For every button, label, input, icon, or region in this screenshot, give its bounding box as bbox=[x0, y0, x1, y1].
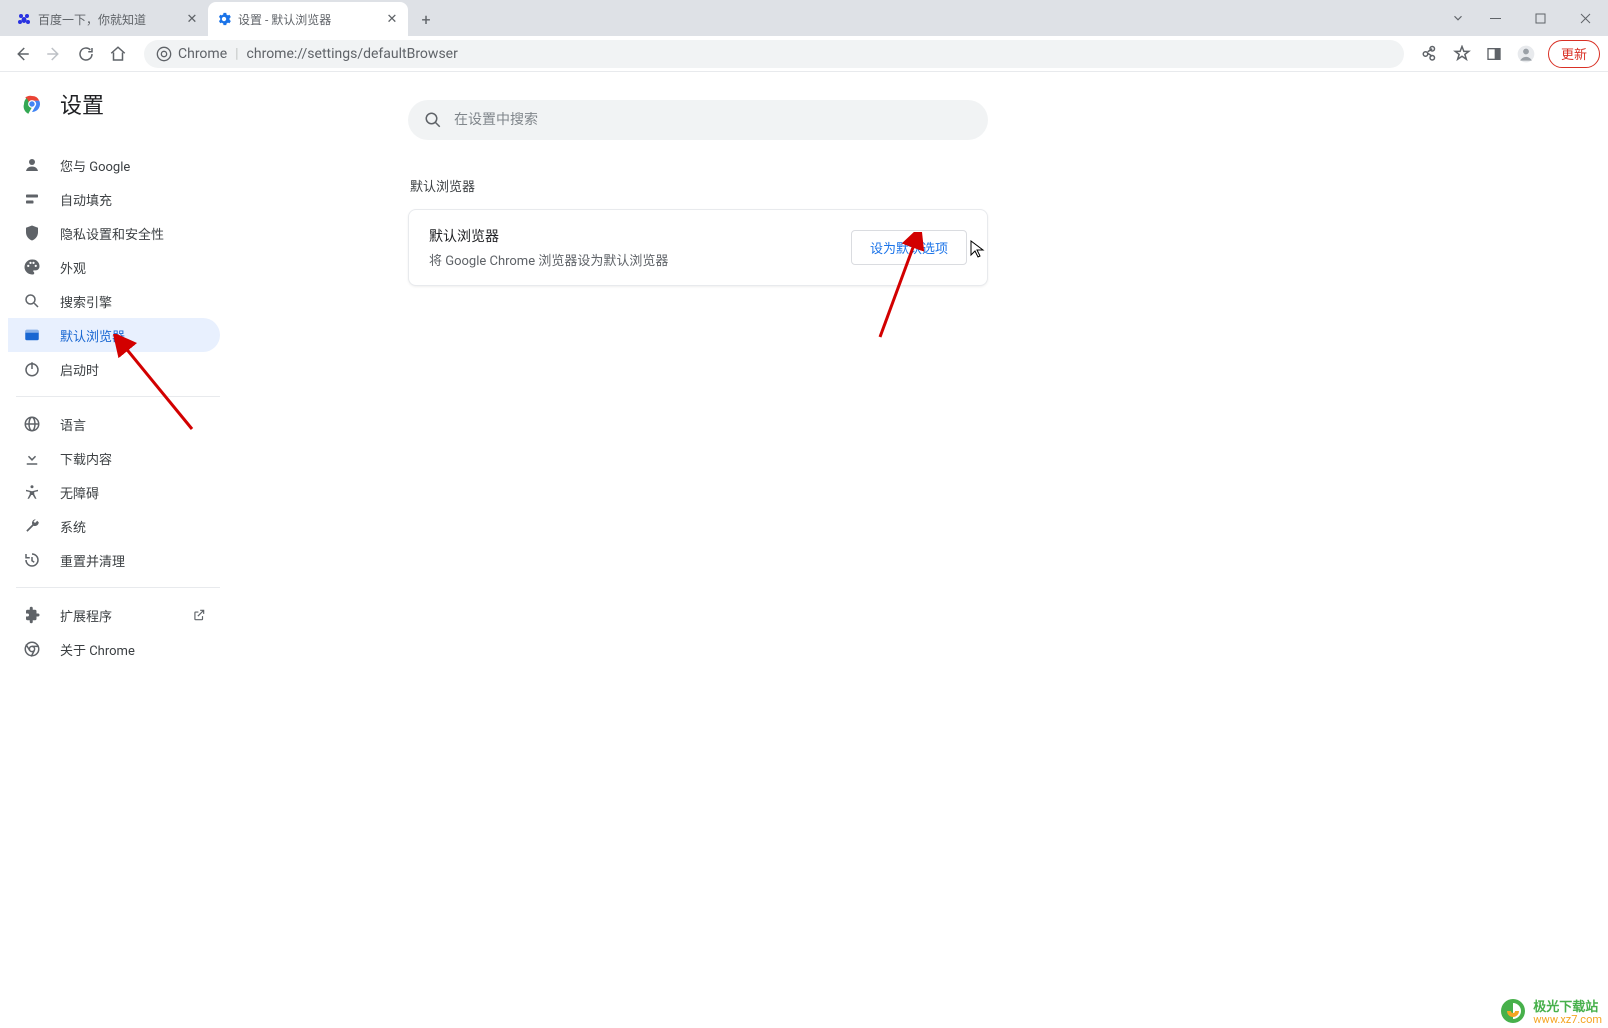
settings-sidebar: 您与 Google 自动填充 隐私设置和安全性 外观 搜索引擎 默认浏览器 启动… bbox=[8, 148, 220, 666]
sidebar-item-label: 默认浏览器 bbox=[60, 326, 125, 345]
tab-strip: 百度一下，你就知道 ✕ 设置 - 默认浏览器 ✕ + bbox=[0, 0, 1608, 36]
sidebar-item-privacy[interactable]: 隐私设置和安全性 bbox=[8, 216, 220, 250]
watermark-logo-icon bbox=[1499, 997, 1527, 1025]
watermark-text: 极光下载站 www.xz7.com bbox=[1533, 996, 1602, 1026]
sidebar-item-reset[interactable]: 重置并清理 bbox=[8, 543, 220, 577]
sidebar-item-downloads[interactable]: 下载内容 bbox=[8, 441, 220, 475]
sidebar-item-label: 无障碍 bbox=[60, 483, 99, 502]
sidebar-item-label: 搜索引擎 bbox=[60, 292, 112, 311]
search-icon bbox=[22, 291, 42, 311]
sidebar-item-label: 系统 bbox=[60, 517, 86, 536]
close-icon[interactable]: ✕ bbox=[184, 11, 200, 27]
profile-icon[interactable] bbox=[1512, 40, 1540, 68]
chrome-badge-label: Chrome bbox=[178, 46, 227, 62]
make-default-button[interactable]: 设为默认选项 bbox=[851, 230, 967, 265]
maximize-button[interactable] bbox=[1518, 3, 1563, 33]
sidebar-item-label: 自动填充 bbox=[60, 190, 112, 209]
omnibox[interactable]: Chrome | chrome://settings/defaultBrowse… bbox=[144, 40, 1404, 68]
tab-search-button[interactable] bbox=[1443, 3, 1473, 33]
shield-icon bbox=[22, 223, 42, 243]
new-tab-button[interactable]: + bbox=[412, 5, 440, 33]
sidebar-item-languages[interactable]: 语言 bbox=[8, 407, 220, 441]
extension-icon bbox=[22, 605, 42, 625]
gear-favicon bbox=[216, 11, 232, 27]
sidebar-item-label: 关于 Chrome bbox=[60, 640, 135, 659]
chrome-logo-icon bbox=[20, 92, 44, 116]
card-text: 默认浏览器 将 Google Chrome 浏览器设为默认浏览器 bbox=[429, 226, 668, 269]
tab-settings[interactable]: 设置 - 默认浏览器 ✕ bbox=[208, 2, 408, 36]
chrome-badge: Chrome bbox=[156, 46, 227, 62]
bookmark-icon[interactable] bbox=[1448, 40, 1476, 68]
tab-title: 百度一下，你就知道 bbox=[38, 11, 178, 28]
sidebar-item-label: 启动时 bbox=[60, 360, 99, 379]
minimize-button[interactable] bbox=[1473, 3, 1518, 33]
sidebar-item-about[interactable]: 关于 Chrome bbox=[8, 632, 220, 666]
window-controls bbox=[1443, 0, 1608, 36]
settings-title: 设置 bbox=[60, 88, 104, 120]
sidebar-item-extensions[interactable]: 扩展程序 bbox=[8, 598, 220, 632]
autofill-icon bbox=[22, 189, 42, 209]
power-icon bbox=[22, 359, 42, 379]
watermark: 极光下载站 www.xz7.com bbox=[1499, 996, 1602, 1026]
sidebar-item-autofill[interactable]: 自动填充 bbox=[8, 182, 220, 216]
download-icon bbox=[22, 448, 42, 468]
chrome-outline-icon bbox=[22, 639, 42, 659]
omnibox-url: chrome://settings/defaultBrowser bbox=[247, 46, 458, 62]
update-label: 更新 bbox=[1561, 44, 1587, 63]
toolbar-right: 更新 bbox=[1416, 40, 1600, 68]
forward-button[interactable] bbox=[40, 40, 68, 68]
accessibility-icon bbox=[22, 482, 42, 502]
person-icon bbox=[22, 155, 42, 175]
sidebar-divider bbox=[16, 587, 220, 588]
sidebar-item-on-startup[interactable]: 启动时 bbox=[8, 352, 220, 386]
wrench-icon bbox=[22, 516, 42, 536]
side-panel-icon[interactable] bbox=[1480, 40, 1508, 68]
card-title: 默认浏览器 bbox=[429, 226, 668, 246]
omnibox-separator: | bbox=[235, 46, 238, 62]
sidebar-item-appearance[interactable]: 外观 bbox=[8, 250, 220, 284]
globe-icon bbox=[22, 414, 42, 434]
sidebar-divider bbox=[16, 396, 220, 397]
tab-baidu[interactable]: 百度一下，你就知道 ✕ bbox=[8, 2, 208, 36]
close-window-button[interactable] bbox=[1563, 3, 1608, 33]
baidu-favicon bbox=[16, 11, 32, 27]
sidebar-item-label: 重置并清理 bbox=[60, 551, 125, 570]
sidebar-item-label: 您与 Google bbox=[60, 156, 130, 175]
share-icon[interactable] bbox=[1416, 40, 1444, 68]
home-button[interactable] bbox=[104, 40, 132, 68]
back-button[interactable] bbox=[8, 40, 36, 68]
card-subtitle: 将 Google Chrome 浏览器设为默认浏览器 bbox=[429, 250, 668, 269]
sidebar-item-label: 语言 bbox=[60, 415, 86, 434]
close-icon[interactable]: ✕ bbox=[384, 11, 400, 27]
sidebar-item-label: 隐私设置和安全性 bbox=[60, 224, 164, 243]
watermark-line2: www.xz7.com bbox=[1533, 1013, 1602, 1026]
settings-main: 默认浏览器 默认浏览器 将 Google Chrome 浏览器设为默认浏览器 设… bbox=[408, 160, 988, 286]
sidebar-item-label: 外观 bbox=[60, 258, 86, 277]
sidebar-item-search-engine[interactable]: 搜索引擎 bbox=[8, 284, 220, 318]
external-link-icon bbox=[192, 608, 206, 622]
toolbar: Chrome | chrome://settings/defaultBrowse… bbox=[0, 36, 1608, 72]
reload-button[interactable] bbox=[72, 40, 100, 68]
sidebar-item-you-and-google[interactable]: 您与 Google bbox=[8, 148, 220, 182]
sidebar-item-label: 扩展程序 bbox=[60, 606, 112, 625]
restore-icon bbox=[22, 550, 42, 570]
update-pill[interactable]: 更新 bbox=[1548, 40, 1600, 68]
sidebar-item-default-browser[interactable]: 默认浏览器 bbox=[8, 318, 220, 352]
sidebar-item-label: 下载内容 bbox=[60, 449, 112, 468]
sidebar-item-accessibility[interactable]: 无障碍 bbox=[8, 475, 220, 509]
browser-icon bbox=[22, 325, 42, 345]
settings-search[interactable] bbox=[408, 100, 988, 140]
section-title: 默认浏览器 bbox=[410, 176, 988, 195]
sidebar-item-system[interactable]: 系统 bbox=[8, 509, 220, 543]
default-browser-card: 默认浏览器 将 Google Chrome 浏览器设为默认浏览器 设为默认选项 bbox=[408, 209, 988, 286]
search-icon bbox=[424, 111, 442, 129]
palette-icon bbox=[22, 257, 42, 277]
settings-search-input[interactable] bbox=[454, 112, 972, 128]
tab-title: 设置 - 默认浏览器 bbox=[238, 11, 378, 28]
